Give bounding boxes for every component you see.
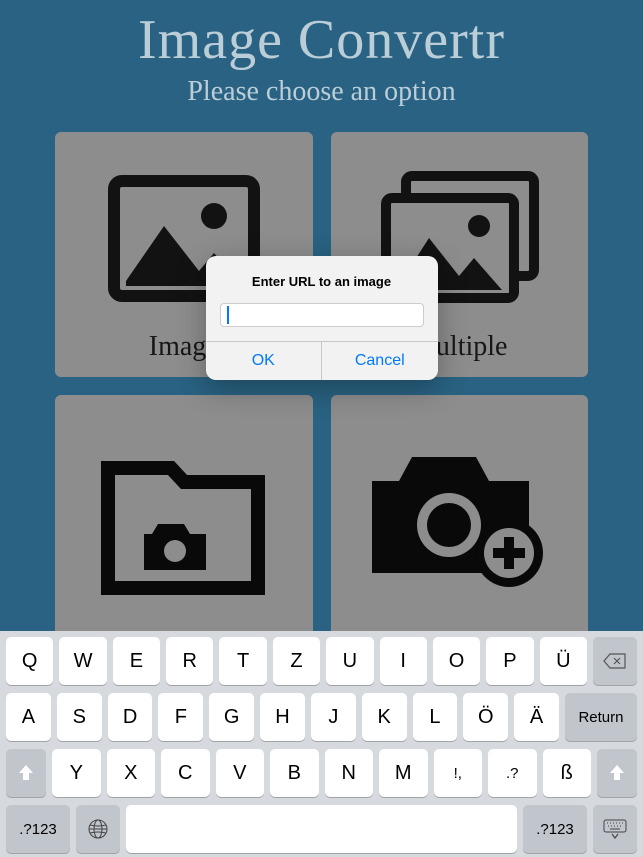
backspace-icon <box>603 652 627 670</box>
keyboard-row-4: .?123 .?123 <box>4 805 639 853</box>
key-oe[interactable]: Ö <box>463 693 508 741</box>
key-dismiss[interactable] <box>593 805 637 853</box>
key-m[interactable]: M <box>379 749 428 797</box>
url-input[interactable] <box>220 303 424 327</box>
keyboard-row-2: A S D F G H J K L Ö Ä Return <box>4 693 639 741</box>
key-p[interactable]: P <box>486 637 533 685</box>
key-backspace[interactable] <box>593 637 637 685</box>
key-y[interactable]: Y <box>52 749 101 797</box>
key-ue[interactable]: Ü <box>540 637 587 685</box>
globe-icon <box>87 818 109 840</box>
key-exclaim-comma[interactable]: !, <box>434 749 483 797</box>
key-z[interactable]: Z <box>273 637 320 685</box>
key-shift-left[interactable] <box>6 749 46 797</box>
key-j[interactable]: J <box>311 693 356 741</box>
keyboard-dismiss-icon <box>602 818 628 840</box>
key-l[interactable]: L <box>413 693 458 741</box>
key-x[interactable]: X <box>107 749 156 797</box>
key-g[interactable]: G <box>209 693 254 741</box>
keyboard-row-1: Q W E R T Z U I O P Ü <box>4 637 639 685</box>
key-a[interactable]: A <box>6 693 51 741</box>
key-r[interactable]: R <box>166 637 213 685</box>
key-v[interactable]: V <box>216 749 265 797</box>
key-i[interactable]: I <box>380 637 427 685</box>
key-s[interactable]: S <box>57 693 102 741</box>
alert-title: Enter URL to an image <box>220 274 424 289</box>
key-b[interactable]: B <box>270 749 319 797</box>
key-modechange-right[interactable]: .?123 <box>523 805 587 853</box>
key-d[interactable]: D <box>108 693 153 741</box>
key-shift-right[interactable] <box>597 749 637 797</box>
ok-button[interactable]: OK <box>206 342 322 380</box>
key-period-question[interactable]: .? <box>488 749 537 797</box>
keyboard: Q W E R T Z U I O P Ü A S D F G H J K L … <box>0 631 643 857</box>
key-c[interactable]: C <box>161 749 210 797</box>
url-alert: Enter URL to an image OK Cancel <box>206 256 438 380</box>
key-h[interactable]: H <box>260 693 305 741</box>
cancel-button[interactable]: Cancel <box>321 342 438 380</box>
key-modechange-left[interactable]: .?123 <box>6 805 70 853</box>
shift-icon <box>607 763 627 783</box>
key-u[interactable]: U <box>326 637 373 685</box>
key-return[interactable]: Return <box>565 693 637 741</box>
key-e[interactable]: E <box>113 637 160 685</box>
key-f[interactable]: F <box>158 693 203 741</box>
key-t[interactable]: T <box>219 637 266 685</box>
key-globe[interactable] <box>76 805 120 853</box>
key-ae[interactable]: Ä <box>514 693 559 741</box>
key-q[interactable]: Q <box>6 637 53 685</box>
key-k[interactable]: K <box>362 693 407 741</box>
key-w[interactable]: W <box>59 637 106 685</box>
key-n[interactable]: N <box>325 749 374 797</box>
key-ss[interactable]: ß <box>543 749 592 797</box>
key-space[interactable] <box>126 805 517 853</box>
key-o[interactable]: O <box>433 637 480 685</box>
keyboard-row-3: Y X C V B N M !, .? ß <box>4 749 639 797</box>
text-cursor <box>227 306 229 324</box>
shift-icon <box>16 763 36 783</box>
